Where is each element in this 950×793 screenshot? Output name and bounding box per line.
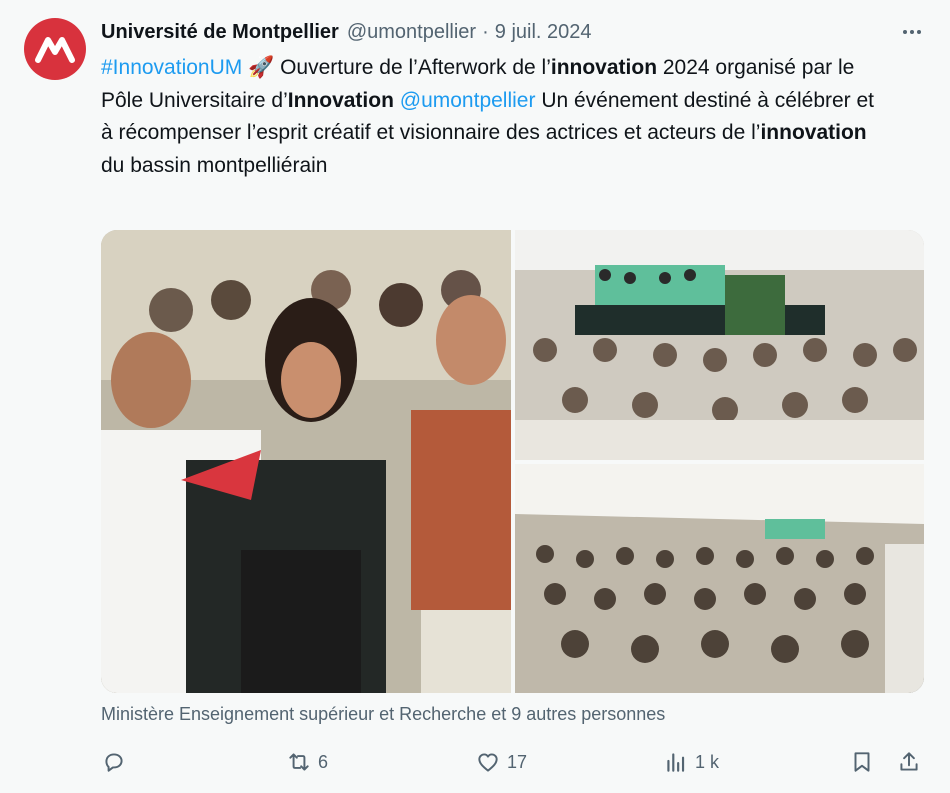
views-icon <box>667 753 685 772</box>
heart-icon <box>478 753 498 772</box>
rocket-emoji: 🚀 <box>248 56 275 79</box>
photo-audience-tent-image <box>515 464 924 693</box>
um-logo-icon <box>35 37 75 63</box>
bookmark-button[interactable] <box>849 744 875 780</box>
retweet-count: 6 <box>318 751 329 772</box>
tweet-bold-word: innovation <box>760 121 867 144</box>
tweet-bold-word: innovation <box>550 56 658 79</box>
tweet-header: Université de Montpellier @umontpellier … <box>101 16 592 48</box>
more-icon <box>903 30 921 34</box>
avatar[interactable] <box>24 18 86 80</box>
reply-button[interactable] <box>101 744 133 780</box>
liked-by-text[interactable]: Ministère Enseignement supérieur et Rech… <box>101 700 665 728</box>
photo-conference-stage-image <box>515 230 924 460</box>
bookmark-icon <box>854 752 870 772</box>
share-icon <box>900 752 918 771</box>
share-button[interactable] <box>896 744 922 780</box>
views-count: 1 k <box>695 751 720 772</box>
retweet-icon <box>289 753 309 771</box>
photo-attendees-closeup[interactable] <box>101 230 511 693</box>
tweet-text-part: du bassin montpelliérain <box>101 153 328 177</box>
author-name[interactable]: Université de Montpellier <box>101 21 339 44</box>
tweet-text: #InnovationUM 🚀 Ouverture de l’Afterwork… <box>101 52 891 182</box>
photo-audience-tent[interactable] <box>515 464 924 693</box>
author-handle[interactable]: @umontpellier <box>347 21 476 44</box>
media-grid <box>101 230 924 693</box>
like-count: 17 <box>507 751 528 772</box>
photo-conference-stage[interactable] <box>515 230 924 460</box>
reply-icon <box>105 753 123 772</box>
tweet-bold-word: Innovation <box>287 88 394 112</box>
separator: · <box>482 20 489 43</box>
like-button[interactable]: 17 <box>475 744 527 780</box>
retweet-button[interactable]: 6 <box>286 744 328 780</box>
mention-link[interactable]: @umontpellier <box>400 89 536 112</box>
action-bar: 6 17 1 k <box>101 744 928 780</box>
photo-attendees-closeup-image <box>101 230 511 693</box>
views-button[interactable]: 1 k <box>663 744 719 780</box>
more-button[interactable] <box>896 16 928 48</box>
tweet-text-part: Ouverture de l’Afterwork de l’ <box>274 56 551 79</box>
tweet-date[interactable]: 9 juil. 2024 <box>495 21 592 44</box>
hashtag-link[interactable]: #InnovationUM <box>101 56 242 79</box>
